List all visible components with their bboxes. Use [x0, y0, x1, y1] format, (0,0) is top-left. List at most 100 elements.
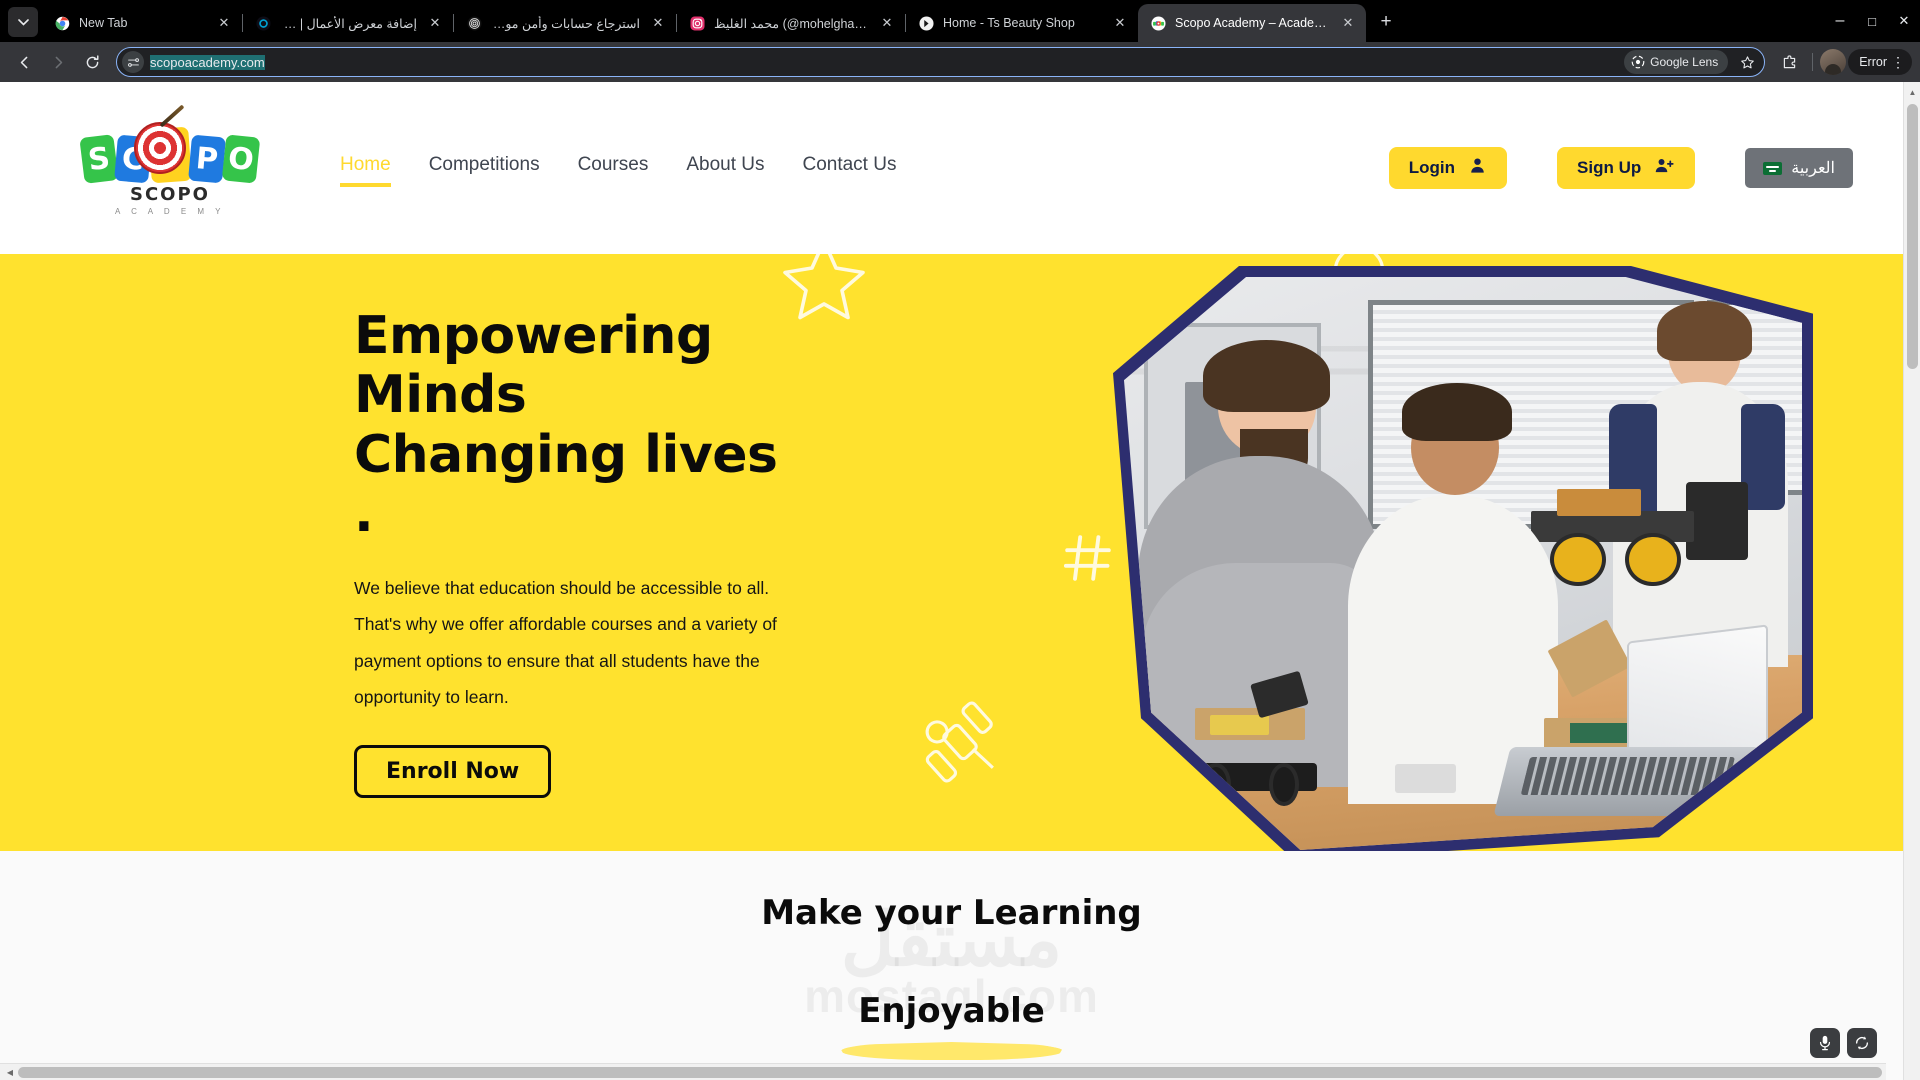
- signup-label: Sign Up: [1577, 158, 1642, 177]
- url-text[interactable]: scopoacademy.com: [150, 54, 1618, 70]
- new-tab-button[interactable]: +: [1372, 8, 1400, 36]
- error-indicator[interactable]: Error ⋮: [1848, 49, 1912, 75]
- logo-letter: P: [188, 134, 226, 184]
- shop-icon: [918, 15, 935, 32]
- main-navigation: Home Competitions Courses About Us Conta…: [340, 152, 896, 187]
- header-actions: Login Sign Up العربية: [1388, 147, 1853, 189]
- hashtag-icon: [1063, 535, 1111, 581]
- back-arrow-icon[interactable]: [8, 46, 40, 78]
- site-logo[interactable]: S C P O SCOPO A C A D E M Y: [79, 120, 261, 216]
- browser-window: New Tab ✕ إضافة معرض الأعمال | مستقل ✕ ا…: [0, 0, 1920, 1080]
- tab-title: New Tab: [79, 16, 128, 30]
- brush-underline: [840, 1042, 1063, 1060]
- user-plus-icon: [1654, 156, 1675, 180]
- profile-avatar[interactable]: [1820, 49, 1847, 75]
- browser-tab-active[interactable]: Scopo Academy – Academy ✕: [1138, 4, 1366, 42]
- browser-tab[interactable]: إضافة معرض الأعمال | مستقل ✕: [243, 4, 453, 42]
- tab-close-icon[interactable]: ✕: [214, 13, 234, 33]
- browser-tab[interactable]: New Tab ✕: [42, 4, 242, 42]
- fingerprint-icon: [466, 15, 483, 32]
- tab-close-icon[interactable]: ✕: [1338, 13, 1358, 33]
- hero-content: Empowering Minds Changing lives . We bel…: [0, 307, 780, 798]
- section-title-line1: Make your Learning: [761, 893, 1142, 933]
- tab-close-icon[interactable]: ✕: [648, 13, 668, 33]
- nav-item-courses[interactable]: Courses: [578, 154, 649, 187]
- user-icon: [1468, 156, 1487, 180]
- forward-arrow-icon[interactable]: [42, 46, 74, 78]
- window-maximize-button[interactable]: □: [1856, 4, 1888, 38]
- tab-title: Home - Ts Beauty Shop: [943, 16, 1075, 30]
- hero-title: Empowering Minds Changing lives .: [354, 307, 780, 544]
- reload-icon[interactable]: [76, 46, 108, 78]
- google-lens-icon: [1631, 55, 1645, 69]
- hero-title-line1: Empowering Minds: [354, 306, 713, 426]
- logo-blocks: S C P O: [79, 120, 261, 184]
- vertical-scroll-thumb[interactable]: [1907, 104, 1918, 369]
- site-header: S C P O SCOPO A C A D E M Y Home Competi…: [0, 82, 1903, 254]
- nav-item-contact-us[interactable]: Contact Us: [802, 154, 896, 187]
- login-button[interactable]: Login: [1388, 147, 1508, 189]
- nav-item-competitions[interactable]: Competitions: [429, 154, 540, 187]
- signup-button[interactable]: Sign Up: [1557, 147, 1696, 189]
- bookmark-star-icon[interactable]: [1734, 49, 1760, 75]
- hero-title-line2: Changing lives .: [354, 424, 778, 544]
- window-controls: – □ ✕: [1824, 4, 1920, 38]
- browser-tab[interactable]: استرجاع حسابات وأمن مواقع ✕: [454, 4, 676, 42]
- saudi-flag-icon: [1763, 161, 1783, 175]
- enroll-now-button[interactable]: Enroll Now: [354, 744, 552, 798]
- hero-photo: [1124, 277, 1802, 850]
- satellite-icon: [925, 701, 994, 783]
- horizontal-scroll-thumb[interactable]: [18, 1067, 1882, 1078]
- page-overlay-tools: [1810, 1028, 1877, 1058]
- horizontal-scrollbar[interactable]: ◀: [0, 1063, 1886, 1080]
- nav-item-about-us[interactable]: About Us: [686, 154, 764, 187]
- login-label: Login: [1408, 158, 1456, 177]
- scroll-left-arrow-icon[interactable]: ◀: [2, 1064, 18, 1080]
- scroll-up-arrow-icon[interactable]: ▲: [1904, 84, 1920, 100]
- mostaql-icon: [255, 15, 272, 32]
- browser-toolbar: scopoacademy.com Google Lens Error ⋮: [0, 42, 1920, 82]
- browser-tab[interactable]: محمد الغليظ (@mohelghaleez) • ✕: [677, 4, 905, 42]
- tab-strip: New Tab ✕ إضافة معرض الأعمال | مستقل ✕ ا…: [0, 0, 1920, 42]
- tab-close-icon[interactable]: ✕: [425, 13, 445, 33]
- maximize-icon: □: [1868, 13, 1876, 29]
- section-title-line2: Enjoyable: [858, 991, 1045, 1031]
- tab-search-chevron-down-icon[interactable]: [8, 7, 38, 37]
- vertical-scrollbar[interactable]: ▲: [1903, 82, 1920, 1080]
- learning-section: مستقل mostaql.com Make your Learning Enj…: [0, 851, 1903, 1080]
- microphone-icon[interactable]: [1810, 1028, 1840, 1058]
- star-outline-icon: [783, 254, 865, 320]
- address-bar[interactable]: scopoacademy.com Google Lens: [116, 47, 1766, 77]
- window-minimize-button[interactable]: –: [1824, 4, 1856, 38]
- page-settings-icon[interactable]: [122, 51, 144, 73]
- google-lens-label: Google Lens: [1650, 55, 1719, 69]
- language-switcher-button[interactable]: العربية: [1745, 148, 1853, 188]
- tab-close-icon[interactable]: ✕: [877, 13, 897, 33]
- extensions-puzzle-icon[interactable]: [1773, 46, 1805, 78]
- hero-section: Empowering Minds Changing lives . We bel…: [0, 254, 1903, 851]
- window-close-button[interactable]: ✕: [1888, 4, 1920, 38]
- hero-image-frame: [1113, 266, 1813, 851]
- three-dot-menu-icon[interactable]: ⋮: [1891, 55, 1906, 69]
- browser-tab[interactable]: Home - Ts Beauty Shop ✕: [906, 4, 1138, 42]
- nav-item-home[interactable]: Home: [340, 154, 391, 187]
- tab-title: Scopo Academy – Academy: [1175, 16, 1330, 30]
- instagram-icon: [689, 15, 706, 32]
- target-dartboard-icon: [134, 122, 186, 174]
- tab-title: إضافة معرض الأعمال | مستقل: [280, 16, 417, 31]
- plus-icon: +: [1380, 11, 1392, 32]
- logo-wordmark: SCOPO: [130, 184, 210, 205]
- close-icon: ✕: [1898, 13, 1910, 28]
- url-value: scopoacademy.com: [150, 54, 265, 70]
- chrome-icon: [54, 15, 71, 32]
- web-page: S C P O SCOPO A C A D E M Y Home Competi…: [0, 82, 1903, 1080]
- tab-close-icon[interactable]: ✕: [1110, 13, 1130, 33]
- logo-letter: O: [221, 134, 261, 184]
- language-label: العربية: [1791, 160, 1835, 177]
- error-label: Error: [1859, 55, 1887, 69]
- logo-letter: S: [79, 134, 119, 184]
- minimize-icon: –: [1835, 12, 1845, 29]
- page-viewport: S C P O SCOPO A C A D E M Y Home Competi…: [0, 82, 1920, 1080]
- refresh-sync-icon[interactable]: [1847, 1028, 1877, 1058]
- google-lens-button[interactable]: Google Lens: [1624, 50, 1729, 74]
